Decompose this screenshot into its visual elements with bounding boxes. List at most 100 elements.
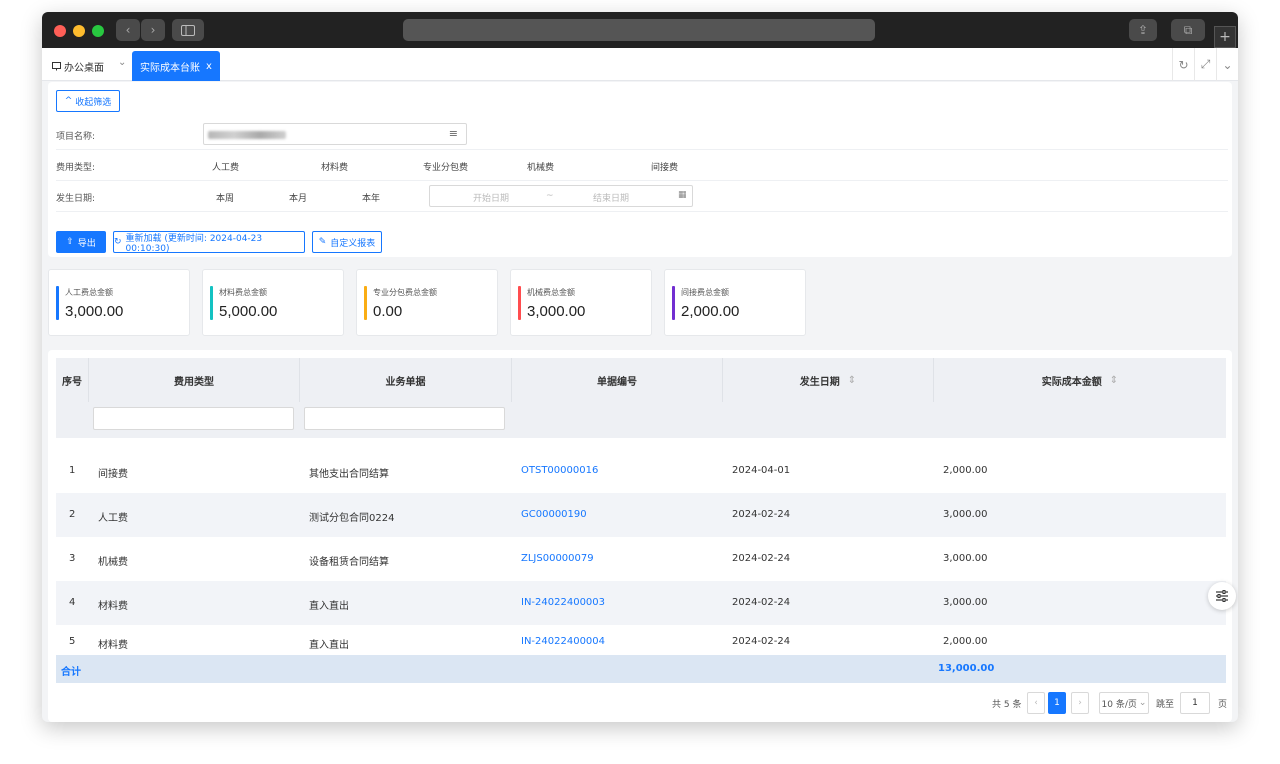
end-date-input[interactable]: 结束日期 [593,191,629,204]
address-bar[interactable] [403,19,875,41]
doc-code-link[interactable]: IN-24022400004 [521,636,605,647]
new-tab-icon[interactable]: + [1214,26,1236,48]
card-title: 间接费总金额 [681,288,729,297]
total-label: 合计 [61,667,81,678]
column-header-amount[interactable]: 实际成本金额 ⇕ [934,358,1226,402]
range-separator: ~ [546,191,554,201]
total-count: 共 5 条 [992,699,1022,710]
card-accent [364,286,367,320]
business-doc-filter-input[interactable] [304,407,505,430]
chevron-down-icon: ⌄ [1138,698,1147,708]
chevron-up-icon: ^ [64,96,73,106]
edit-icon: ✎ [318,237,327,247]
tab-tools: ↻ ⤢ ⌄ [1172,48,1238,81]
summary-card-subcontract: 专业分包费总金额 0.00 [356,269,498,336]
custom-report-label: 自定义报表 [330,238,376,249]
summary-card-indirect: 间接费总金额 2,000.00 [664,269,806,336]
custom-report-button[interactable]: ✎ 自定义报表 [312,231,382,253]
cost-type-filter-input[interactable] [93,407,294,430]
card-value: 3,000.00 [65,303,124,320]
cost-type-label: 费用类型: [56,163,96,173]
export-button[interactable]: ⇧ 导出 [56,231,106,253]
column-header-date[interactable]: 发生日期 ⇕ [723,358,934,402]
project-value-redacted [208,131,286,139]
doc-code-link[interactable]: OTST00000016 [521,465,598,476]
project-label: 项目名称: [56,132,96,142]
start-date-input[interactable]: 开始日期 [473,191,509,204]
cost-type-option[interactable]: 间接费 [651,160,678,173]
column-settings-icon[interactable] [1208,582,1236,610]
sidebar-toggle-icon[interactable] [172,19,204,41]
sort-icon: ⇕ [847,374,857,386]
table-panel: 序号 费用类型 业务单据 单据编号 发生日期 ⇕ 实际成本金额 ⇕ 1 间接费 其他… [48,350,1232,722]
doc-code-link[interactable]: GC00000190 [521,509,587,520]
collapse-filter-label: 收起筛选 [75,97,112,108]
project-select[interactable]: ≡ [203,123,467,145]
tab-close-icon[interactable]: x [206,61,212,72]
fullscreen-icon[interactable]: ⤢ [1194,48,1216,81]
card-value: 2,000.00 [681,303,740,320]
doc-code-link[interactable]: ZLJS00000079 [521,553,594,564]
card-value: 0.00 [373,303,403,320]
project-row: 项目名称: ≡ [56,119,1228,150]
page-suffix: 页 [1218,699,1228,710]
cost-type-option[interactable]: 专业分包费 [423,160,468,173]
page-size-label: 10 条/页 [1101,699,1137,710]
tab-actual-cost-ledger[interactable]: 实际成本台账 x [132,51,220,81]
date-option[interactable]: 本年 [362,191,380,204]
cost-type-option[interactable]: 机械费 [527,160,554,173]
date-option[interactable]: 本月 [289,191,307,204]
table-row[interactable]: 3 机械费 设备租赁合同结算 ZLJS00000079 2024-02-24 3… [56,537,1226,581]
date-range-picker[interactable]: 开始日期 ~ 结束日期 ▦ [429,185,693,207]
summary-card-material: 材料费总金额 5,000.00 [202,269,344,336]
card-accent [672,286,675,320]
table-row[interactable]: 2 人工费 测试分包合同0224 GC00000190 2024-02-24 3… [56,493,1226,537]
minimize-window-button[interactable] [73,25,85,37]
tab-active-label: 实际成本台账 [140,62,201,74]
browser-window: ‹ › ⇪ ⧉ + 办公桌面 ⌄ 实际成本台账 x ↻ ⤢ ⌄ ^ 收起筛选 项… [42,12,1238,722]
collapse-filter-button[interactable]: ^ 收起筛选 [56,90,120,112]
page-1-button[interactable]: 1 [1048,692,1066,714]
tabs-overview-icon[interactable]: ⧉ [1171,19,1205,41]
upload-icon: ⇧ [66,237,74,247]
table-row[interactable]: 5 材料费 直入直出 IN-24022400004 2024-02-24 2,0… [56,625,1226,655]
table-row[interactable]: 1 间接费 其他支出合同结算 OTST00000016 2024-04-01 2… [56,449,1226,493]
column-header-cost-type: 费用类型 [89,358,300,402]
chevron-down-icon[interactable]: ⌄ [118,57,126,68]
forward-arrow-icon[interactable]: › [141,19,165,41]
next-page-icon[interactable]: › [1071,692,1089,714]
back-arrow-icon[interactable]: ‹ [116,19,140,41]
column-header-index: 序号 [56,358,89,402]
card-title: 材料费总金额 [219,288,267,297]
jump-page-input[interactable]: 1 [1180,692,1210,714]
prev-page-icon[interactable]: ‹ [1027,692,1045,714]
card-title: 专业分包费总金额 [373,288,437,297]
tab-home[interactable]: 办公桌面 [52,59,104,74]
refresh-icon: ↻ [114,237,122,247]
filter-icon: ≡ [448,127,458,140]
summary-card-labor: 人工费总金额 3,000.00 [48,269,190,336]
cost-type-option[interactable]: 材料费 [321,160,348,173]
column-header-business-doc: 业务单据 [300,358,512,402]
total-amount: 13,000.00 [938,663,995,674]
card-value: 5,000.00 [219,303,278,320]
refresh-icon[interactable]: ↻ [1172,48,1194,81]
share-icon[interactable]: ⇪ [1129,19,1157,41]
table-row[interactable]: 4 材料费 直入直出 IN-24022400003 2024-02-24 3,0… [56,581,1226,625]
card-accent [210,286,213,320]
sort-icon: ⇕ [1109,374,1119,386]
reload-label: 重新加载 (更新时间: 2024-04-23 00:10:30) [125,233,263,254]
chevron-down-icon[interactable]: ⌄ [1216,48,1238,81]
summary-card-machinery: 机械费总金额 3,000.00 [510,269,652,336]
date-option[interactable]: 本周 [216,191,234,204]
page-size-select[interactable]: 10 条/页 ⌄ [1099,692,1149,714]
card-title: 人工费总金额 [65,288,113,297]
close-window-button[interactable] [54,25,66,37]
doc-code-link[interactable]: IN-24022400003 [521,597,605,608]
card-value: 3,000.00 [527,303,586,320]
tab-home-label: 办公桌面 [64,63,104,74]
maximize-window-button[interactable] [92,25,104,37]
cost-type-option[interactable]: 人工费 [212,160,239,173]
total-row: 合计 13,000.00 [56,655,1226,683]
reload-button[interactable]: ↻ 重新加载 (更新时间: 2024-04-23 00:10:30) [113,231,305,254]
